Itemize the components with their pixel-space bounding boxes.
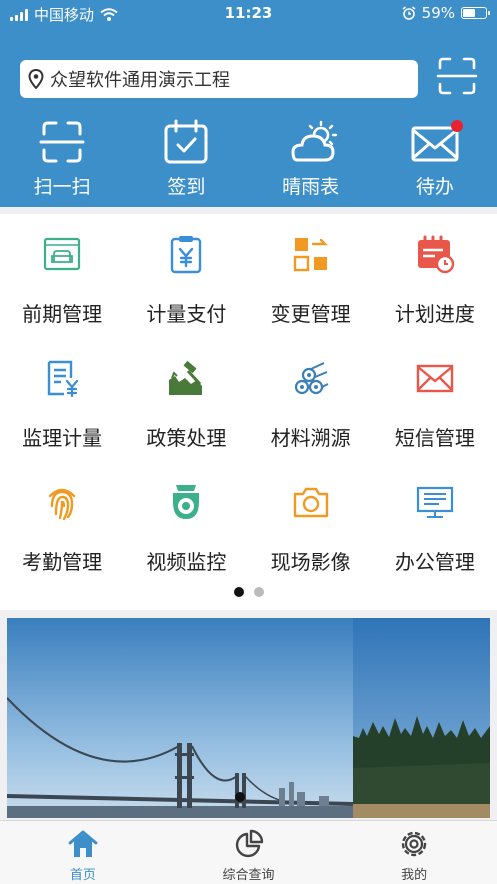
bridge-photo	[7, 618, 354, 818]
module-metering-payment[interactable]: 计量支付	[124, 228, 248, 352]
calendar-clock-icon	[417, 235, 455, 274]
tab-label: 我的	[401, 868, 428, 883]
banner-image	[7, 618, 490, 818]
clipboard-yen-icon	[171, 236, 202, 274]
module-material-tracing[interactable]: 材料溯源	[249, 352, 373, 476]
quick-action-label: 待办	[415, 176, 454, 198]
module-office-management[interactable]: 办公管理	[373, 476, 497, 600]
todo-badge	[450, 120, 463, 132]
battery-fill	[463, 9, 475, 17]
module-policy-handling[interactable]: 政策处理	[124, 352, 248, 476]
module-supervision-metering[interactable]: 监理计量	[0, 352, 124, 476]
status-bar: 中国移动 11:23 59%	[0, 0, 497, 28]
quick-action-scan[interactable]: 扫一扫	[0, 118, 124, 198]
module-label: 材料溯源	[270, 426, 351, 450]
pie-chart-icon	[235, 829, 263, 858]
project-name: 众望软件通用演示工程	[50, 70, 230, 91]
module-label: 计量支付	[146, 302, 227, 326]
tab-label: 首页	[69, 868, 96, 883]
module-label: 前期管理	[22, 302, 103, 326]
module-page-indicator[interactable]	[0, 587, 497, 597]
module-video-surveillance[interactable]: 视频监控	[124, 476, 248, 600]
alarm-icon	[402, 6, 416, 20]
scan-icon	[39, 121, 85, 163]
sofa-icon	[44, 237, 81, 271]
module-label: 视频监控	[146, 550, 227, 574]
tab-label: 综合查询	[222, 868, 275, 883]
module-site-imagery[interactable]: 现场影像	[249, 476, 373, 600]
tab-home[interactable]: 首页	[0, 821, 166, 884]
module-label: 监理计量	[22, 426, 103, 450]
scan-icon	[436, 57, 478, 95]
quick-action-weather[interactable]: 晴雨表	[249, 118, 373, 198]
banner-indicator-dot[interactable]	[235, 792, 245, 802]
quick-action-checkin[interactable]: 签到	[124, 118, 248, 198]
module-preliminary-management[interactable]: 前期管理	[0, 228, 124, 352]
module-sms-management[interactable]: 短信管理	[373, 352, 497, 476]
project-selector[interactable]: 众望软件通用演示工程	[20, 60, 418, 98]
tab-query[interactable]: 综合查询	[166, 821, 332, 884]
page-dot-2[interactable]	[253, 587, 264, 597]
quick-action-label: 扫一扫	[33, 176, 91, 198]
camera-icon	[293, 487, 328, 518]
module-label: 考勤管理	[22, 550, 103, 574]
app-header: 中国移动 11:23 59% 众望软件通用演示工程 扫一扫 签到 晴雨表 待办	[0, 0, 497, 207]
module-label: 办公管理	[394, 550, 475, 574]
home-icon	[68, 830, 98, 857]
banner-carousel[interactable]	[7, 618, 490, 818]
battery-icon	[461, 7, 490, 19]
logs-icon	[294, 362, 329, 395]
bottom-tab-bar: 首页 综合查询 我的	[0, 820, 497, 884]
tab-profile[interactable]: 我的	[331, 821, 497, 884]
calendar-check-icon	[164, 119, 208, 164]
monitor-icon	[416, 486, 453, 518]
module-label: 政策处理	[146, 426, 227, 450]
forest-photo	[353, 618, 490, 818]
envelope-icon	[416, 364, 454, 393]
module-attendance-management[interactable]: 考勤管理	[0, 476, 124, 600]
page-dot-1[interactable]	[233, 587, 244, 597]
module-grid: 前期管理 计量支付 变更管理 计划进度 监理计量 政策处理 材料溯源 短信管理 …	[0, 228, 497, 600]
quick-action-label: 签到	[167, 176, 206, 198]
quick-actions: 扫一扫 签到 晴雨表 待办	[0, 118, 497, 198]
module-label: 计划进度	[394, 302, 475, 326]
doc-yen-icon	[47, 360, 79, 398]
gavel-icon	[169, 360, 203, 395]
module-label: 短信管理	[394, 426, 475, 450]
gear-icon	[401, 831, 427, 857]
quick-action-todo[interactable]: 待办	[373, 118, 497, 198]
quick-action-label: 晴雨表	[282, 176, 340, 198]
status-right: 59%	[402, 4, 490, 22]
swap-blocks-icon	[293, 238, 328, 272]
module-schedule-progress[interactable]: 计划进度	[373, 228, 497, 352]
module-change-management[interactable]: 变更管理	[249, 228, 373, 352]
battery-percent: 59%	[421, 4, 455, 22]
module-label: 变更管理	[270, 302, 351, 326]
module-label: 现场影像	[270, 550, 351, 574]
camera-dome-icon	[173, 485, 200, 519]
scan-button[interactable]	[436, 56, 478, 96]
fingerprint-icon	[48, 488, 76, 521]
location-icon	[28, 69, 44, 89]
weather-icon	[291, 120, 337, 162]
module-panel: 前期管理 计量支付 变更管理 计划进度 监理计量 政策处理 材料溯源 短信管理 …	[0, 214, 497, 610]
